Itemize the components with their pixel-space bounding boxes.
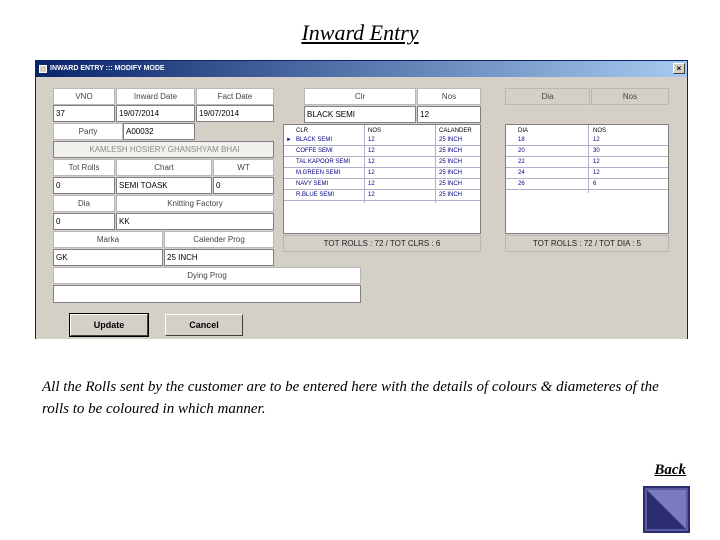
table-cell[interactable]: 12 — [366, 146, 406, 156]
window-client: VNO Inward Date Fact Date 37 19/07/2014 … — [36, 77, 687, 339]
table-cell[interactable]: 26 — [516, 179, 576, 189]
table-cell[interactable]: 24 — [516, 168, 576, 178]
table-cell[interactable]: 25 INCH — [437, 190, 479, 200]
window-title: INWARD ENTRY ::: MODIFY MODE — [50, 65, 165, 72]
table-cell[interactable]: 12 — [591, 135, 651, 145]
table-cell[interactable]: 12 — [366, 157, 406, 167]
chart-label: Chart — [116, 159, 212, 176]
dia-field[interactable]: 0 — [53, 213, 115, 230]
nos-header: Nos — [417, 88, 481, 105]
table-cell[interactable]: 25 INCH — [437, 135, 479, 145]
table-cell[interactable]: R.BLUE SEMI — [294, 190, 364, 200]
party-name-field: KAMLESH HOSIERY GHANSHYAM BHAI — [53, 141, 274, 158]
tot-rolls-field[interactable]: 0 — [53, 177, 115, 194]
table-cell[interactable]: 25 INCH — [437, 146, 479, 156]
dying-prog-label: Dying Prog — [53, 267, 361, 284]
inward-entry-window: INWARD ENTRY ::: MODIFY MODE × VNO Inwar… — [35, 60, 688, 339]
table-cell[interactable]: 22 — [516, 157, 576, 167]
dia-label: Dia — [53, 195, 115, 212]
marka-label: Marka — [53, 231, 163, 248]
table-cell[interactable]: 12 — [366, 190, 406, 200]
table-cell[interactable]: 12 — [366, 168, 406, 178]
row-pointer-icon: ► — [286, 137, 292, 143]
knitting-factory-label: Knitting Factory — [116, 195, 274, 212]
calender-prog-field[interactable]: 25 INCH — [164, 249, 274, 266]
fact-date-label: Fact Date — [196, 88, 274, 105]
table-cell[interactable]: 25 INCH — [437, 179, 479, 189]
table-cell[interactable]: 12 — [366, 135, 406, 145]
dia-header: Dia — [505, 88, 590, 105]
dying-prog-field[interactable] — [53, 285, 361, 303]
table-cell[interactable]: 25 INCH — [437, 168, 479, 178]
table-cell[interactable]: 30 — [591, 146, 651, 156]
chart-field[interactable]: SEMI TOASK — [116, 177, 212, 194]
dia-totals: TOT ROLLS : 72 / TOT DIA : 5 — [505, 235, 669, 252]
colour-grid[interactable]: CLR NOS CALANDER ► BLACK SEMI 12 25 INCH… — [283, 124, 481, 234]
update-button[interactable]: Update — [69, 313, 149, 337]
nav-back-button[interactable] — [643, 486, 690, 533]
inward-date-field[interactable]: 19/07/2014 — [116, 105, 195, 122]
slide-description: All the Rolls sent by the customer are t… — [42, 379, 659, 417]
back-link[interactable]: Back — [654, 462, 686, 479]
table-cell[interactable]: 20 — [516, 146, 576, 156]
table-cell[interactable]: BLACK SEMI — [294, 135, 364, 145]
table-cell[interactable]: 12 — [591, 168, 651, 178]
calender-prog-label: Calender Prog — [164, 231, 274, 248]
clr-entry-field[interactable]: BLACK SEMI — [304, 106, 416, 123]
cancel-button[interactable]: Cancel — [165, 314, 243, 336]
window-titlebar: INWARD ENTRY ::: MODIFY MODE × — [36, 61, 687, 77]
vno-label: VNO — [53, 88, 115, 105]
table-cell[interactable]: COFFE SEMI — [294, 146, 364, 156]
close-icon[interactable]: × — [673, 63, 685, 74]
table-cell[interactable]: M.GREEN SEMI — [294, 168, 364, 178]
marka-field[interactable]: GK — [53, 249, 163, 266]
fact-date-field[interactable]: 19/07/2014 — [196, 105, 274, 122]
dia-nos-header: Nos — [591, 88, 669, 105]
knitting-factory-field[interactable]: KK — [116, 213, 274, 230]
dia-grid[interactable]: DIA NOS 18 12 20 30 22 12 24 12 26 6 — [505, 124, 669, 234]
table-cell[interactable]: 6 — [591, 179, 651, 189]
table-cell[interactable]: NAVY SEMI — [294, 179, 364, 189]
table-cell[interactable]: 12 — [591, 157, 651, 167]
table-cell[interactable]: 12 — [366, 179, 406, 189]
back-arrow-icon — [647, 490, 686, 529]
app-icon — [39, 65, 47, 73]
vno-field[interactable]: 37 — [53, 105, 115, 122]
inward-date-label: Inward Date — [116, 88, 195, 105]
nos-entry-field[interactable]: 12 — [417, 106, 481, 123]
table-cell[interactable]: TAL KAPOOR SEMI — [294, 157, 364, 167]
party-code-field[interactable]: A00032 — [123, 123, 195, 140]
colour-totals: TOT ROLLS : 72 / TOT CLRS : 6 — [283, 235, 481, 252]
party-label: Party — [53, 123, 123, 140]
wt-field[interactable]: 0 — [213, 177, 274, 194]
slide-title: Inward Entry — [301, 20, 419, 45]
tot-rolls-label: Tot Rolls — [53, 159, 115, 176]
table-cell[interactable]: 18 — [516, 135, 576, 145]
wt-label: WT — [213, 159, 274, 176]
table-cell[interactable]: 25 INCH — [437, 157, 479, 167]
clr-header: Clr — [304, 88, 416, 105]
